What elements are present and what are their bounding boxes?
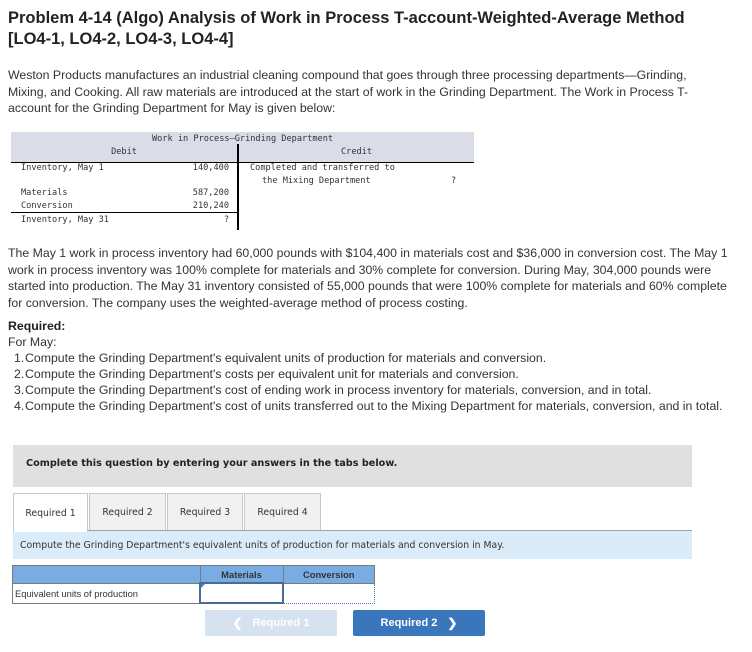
header-blank xyxy=(12,565,201,584)
problem-details: The May 1 work in process inventory had … xyxy=(8,246,728,310)
answer-table: Materials Conversion Equivalent units of… xyxy=(12,565,375,604)
header-conversion: Conversion xyxy=(282,565,375,584)
credit-row-value: ? xyxy=(451,176,457,186)
debit-row-label: Materials xyxy=(21,188,68,198)
required-item: 4. Compute the Grinding Department's cost… xyxy=(8,398,723,414)
debit-row-value: 587,200 xyxy=(192,188,229,198)
chevron-left-icon: ❮ xyxy=(232,616,243,630)
t-account: Work in Process–Grinding Department Debi… xyxy=(11,132,474,230)
answer-table-header: Materials Conversion xyxy=(12,565,375,584)
problem-intro: Weston Products manufactures an industri… xyxy=(8,68,689,115)
required-item-text: Compute the Grinding Department's cost o… xyxy=(25,399,723,413)
t-account-debit-label: Debit xyxy=(111,147,137,157)
required-item-text: Compute the Grinding Department's cost o… xyxy=(25,383,652,397)
info-text: Compute the Grinding Department's equiva… xyxy=(20,540,505,551)
tab-required-3[interactable]: Required 3 xyxy=(167,493,243,530)
prev-required-label: Required 1 xyxy=(252,617,310,629)
t-account-header: Work in Process–Grinding Department Debi… xyxy=(11,132,474,163)
tab-required-1[interactable]: Required 1 xyxy=(13,493,88,532)
required-list: 1. Compute the Grinding Department's equi… xyxy=(8,350,723,414)
credit-row-label: Completed and transferred to xyxy=(250,163,395,173)
t-account-divider xyxy=(237,144,239,230)
debit-row-value: ? xyxy=(223,215,229,225)
problem-title: Problem 4-14 (Algo) Analysis of Work in … xyxy=(8,9,685,48)
instruction-text: Complete this question by entering your … xyxy=(26,458,398,469)
chevron-right-icon: ❯ xyxy=(447,616,458,630)
materials-cell xyxy=(199,582,284,604)
next-required-button[interactable]: Required 2 ❯ xyxy=(353,610,485,636)
required-item-text: Compute the Grinding Department's equiva… xyxy=(25,351,547,365)
materials-input[interactable] xyxy=(201,584,282,602)
required-item-number: 4. xyxy=(14,399,25,413)
conversion-cell xyxy=(282,582,375,604)
t-account-title: Work in Process–Grinding Department xyxy=(151,134,334,144)
required-item: 2. Compute the Grinding Department's cost… xyxy=(8,366,723,382)
tab-required-2[interactable]: Required 2 xyxy=(89,493,166,530)
info-bar: Compute the Grinding Department's equiva… xyxy=(13,531,692,559)
table-row: Equivalent units of production xyxy=(12,582,375,604)
next-required-label: Required 2 xyxy=(380,617,438,629)
debit-row-label: Inventory, May 1 xyxy=(21,163,104,173)
debit-row-label: Inventory, May 31 xyxy=(21,215,109,225)
credit-row-label: the Mixing Department xyxy=(262,176,371,186)
debit-row-label: Conversion xyxy=(21,201,73,211)
row-label: Equivalent units of production xyxy=(12,582,201,604)
prev-required-button[interactable]: ❮ Required 1 xyxy=(205,610,337,636)
required-tabs: Required 1 Required 2 Required 3 Require… xyxy=(13,493,322,532)
t-account-credit-label: Credit xyxy=(340,147,373,157)
required-for: For May: xyxy=(8,335,57,349)
required-item: 1. Compute the Grinding Department's equi… xyxy=(8,350,723,366)
debit-row-value: 140,400 xyxy=(192,163,229,173)
instruction-bar: Complete this question by entering your … xyxy=(13,445,692,487)
required-item-number: 1. xyxy=(14,351,25,365)
header-materials: Materials xyxy=(199,565,284,584)
required-item: 3. Compute the Grinding Department's cost… xyxy=(8,382,723,398)
conversion-input[interactable] xyxy=(284,583,374,603)
tab-required-4[interactable]: Required 4 xyxy=(244,493,321,530)
required-heading: Required: xyxy=(8,319,66,333)
required-item-text: Compute the Grinding Department's costs … xyxy=(25,367,519,381)
t-account-total-line xyxy=(11,212,237,213)
required-item-number: 2. xyxy=(14,367,25,381)
debit-row-value: 210,240 xyxy=(192,201,229,211)
required-item-number: 3. xyxy=(14,383,25,397)
